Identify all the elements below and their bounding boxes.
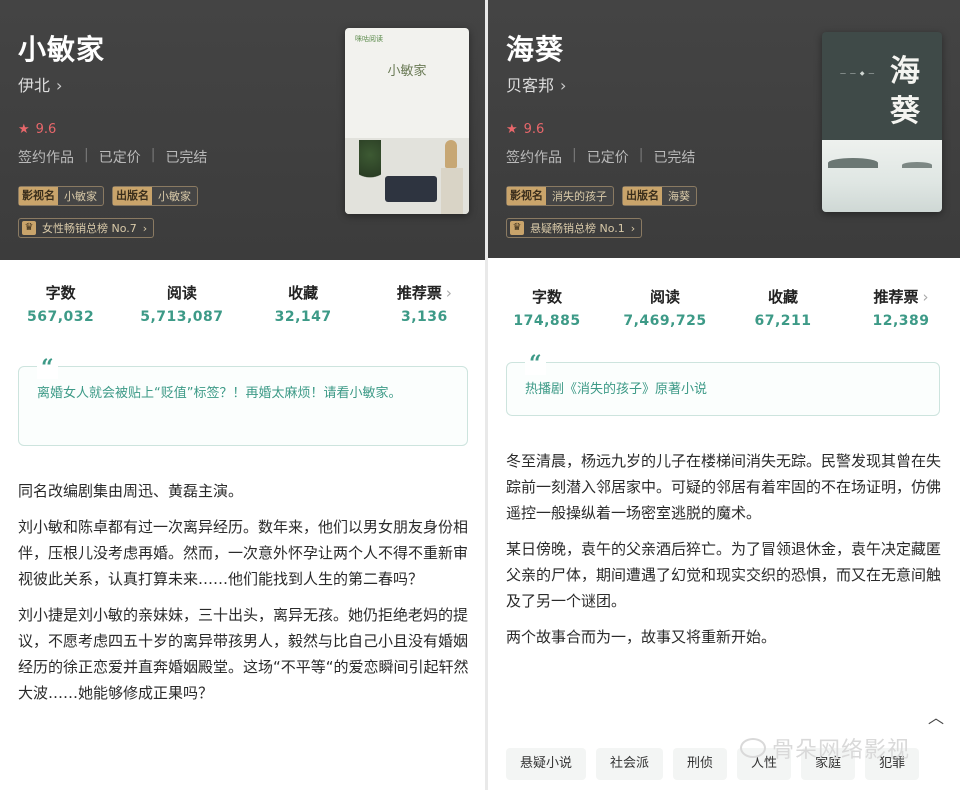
stat-reads: 阅读 5,713,087 — [140, 284, 224, 325]
plant-illustration — [359, 140, 381, 190]
chevron-right-icon: › — [142, 221, 148, 235]
quote-box: “ 热播剧《消失的孩子》原著小说 — [506, 353, 940, 416]
cover-brand: 咪咕阅读 — [355, 35, 383, 43]
tag-publish-name: 出版名 小敏家 — [112, 186, 198, 206]
cover-decoration: — — ◆ — — [840, 70, 876, 77]
chevron-right-icon: › — [922, 288, 929, 306]
name-tags: 影视名 小敏家 出版名 小敏家 — [18, 186, 198, 206]
book-description: 冬至清晨，杨远九岁的儿子在楼梯间消失无踪。民警发现其曾在失踪前一刻潜入邻居家中。… — [506, 448, 944, 660]
stat-recommend-votes[interactable]: 推荐票 › 12,389 — [842, 286, 960, 329]
sofa-illustration — [385, 176, 437, 202]
description-paragraph: 刘小捷是刘小敏的亲妹妹，三十出头，离异无孩。她仍拒绝老妈的提议，不愿考虑四五十岁… — [18, 606, 469, 702]
quote-icon: “ — [525, 353, 546, 375]
rank-badge[interactable]: ♛ 女性畅销总榜 No.7 › — [18, 218, 155, 238]
meta-contract: 签约作品 — [18, 150, 74, 166]
chevron-right-icon: › — [445, 284, 452, 302]
tag-film-name: 影视名 消失的孩子 — [506, 186, 614, 206]
book-description: 同名改编剧集由周迅、黄磊主演。 刘小敏和陈卓都有过一次离异经历。数年来，他们以男… — [18, 478, 470, 716]
book-meta: 签约作品 | 已定价 | 已完结 — [18, 147, 207, 167]
trophy-icon: ♛ — [510, 221, 524, 235]
book-header: 海葵 贝客邦 › ★ 9.6 签约作品 | 已定价 | 已完结 影视名 消失的孩子 出… — [488, 0, 960, 258]
author-name: 贝客邦 — [506, 76, 555, 95]
chevron-right-icon: › — [560, 76, 567, 95]
island-illustration — [828, 158, 878, 168]
book-title: 海葵 — [506, 33, 565, 66]
genre-tag[interactable]: 悬疑小说 — [506, 748, 587, 780]
meta-contract: 签约作品 — [506, 150, 562, 166]
meta-separator: | — [150, 147, 156, 163]
watermark-text: 骨朵网络影视 — [772, 738, 911, 763]
shelf-illustration — [441, 168, 463, 214]
book-meta: 签约作品 | 已定价 | 已完结 — [506, 147, 695, 167]
description-paragraph: 刘小敏和陈卓都有过一次离异经历。数年来，他们以男女朋友身份相伴，压根儿没考虑再婚… — [18, 518, 469, 588]
book-header: 小敏家 伊北 › ★ 9.6 签约作品 | 已定价 | 已完结 影视名 小敏家 出版名… — [0, 0, 485, 260]
stat-words: 字数 567,032 — [26, 284, 95, 325]
meta-separator: | — [84, 147, 89, 163]
rating-value: 9.6 — [523, 122, 545, 137]
quote-icon: “ — [37, 357, 58, 379]
name-tags: 影视名 消失的孩子 出版名 海葵 — [506, 186, 697, 206]
meta-separator: | — [572, 147, 577, 163]
cover-title-char: 葵 — [890, 94, 920, 129]
description-paragraph: 冬至清晨，杨远九岁的儿子在楼梯间消失无踪。民警发现其曾在失踪前一刻潜入邻居家中。… — [506, 452, 942, 522]
stats-row: 字数 567,032 阅读 5,713,087 收藏 32,147 推荐票 › 3,136 — [0, 282, 485, 325]
quote-text: 离婚女人就会被贴上“贬值”标签？！再婚太麻烦！请看小敏家。 — [37, 386, 402, 401]
right-book-panel: 海葵 贝客邦 › ★ 9.6 签约作品 | 已定价 | 已完结 影视名 消失的孩子 出… — [488, 0, 960, 790]
tag-film-name: 影视名 小敏家 — [18, 186, 104, 206]
author-link[interactable]: 伊北 › — [18, 72, 62, 96]
star-icon: ★ — [18, 122, 30, 137]
cover-title-char: 海 — [890, 54, 920, 89]
rating: ★ 9.6 — [506, 122, 544, 137]
stat-favorites: 收藏 67,211 — [754, 288, 812, 329]
book-title: 小敏家 — [18, 33, 106, 66]
stat-recommend-votes[interactable]: 推荐票 › 3,136 — [364, 282, 485, 325]
rank-text: 悬疑畅销总榜 No.1 — [530, 222, 625, 235]
chevron-right-icon: › — [56, 76, 63, 95]
quote-text: 热播剧《消失的孩子》原著小说 — [525, 382, 708, 397]
meta-status: 已完结 — [165, 150, 208, 166]
island-illustration — [902, 162, 932, 168]
chevron-right-icon: › — [630, 221, 636, 235]
cover-illustration — [822, 140, 942, 212]
stat-reads: 阅读 7,469,725 — [623, 288, 707, 329]
meta-priced: 已定价 — [586, 150, 629, 166]
book-cover[interactable]: — — ◆ — 海 葵 — [822, 32, 942, 212]
trophy-icon: ♛ — [22, 221, 36, 235]
rating: ★ 9.6 — [18, 122, 56, 137]
rating-value: 9.6 — [35, 122, 57, 137]
left-book-panel: 小敏家 伊北 › ★ 9.6 签约作品 | 已定价 | 已完结 影视名 小敏家 出版名… — [0, 0, 485, 790]
stat-favorites: 收藏 32,147 — [274, 284, 332, 325]
collapse-chevron-up-icon[interactable]: ︿ — [928, 704, 944, 728]
tag-publish-name: 出版名 海葵 — [622, 186, 697, 206]
stats-row: 字数 174,885 阅读 7,469,725 收藏 67,211 推荐票 › 12,38… — [488, 286, 960, 329]
cover-title: 小敏家 — [387, 64, 427, 79]
meta-status: 已完结 — [653, 150, 696, 166]
wechat-icon — [740, 738, 766, 758]
author-name: 伊北 — [18, 76, 51, 95]
meta-separator: | — [638, 147, 644, 163]
description-paragraph: 同名改编剧集由周迅、黄磊主演。 — [18, 482, 244, 500]
description-paragraph: 某日傍晚，袁午的父亲酒后猝亡。为了冒领退休金，袁午决定藏匿父亲的尸体，期间遭遇了… — [506, 540, 942, 610]
rank-badge[interactable]: ♛ 悬疑畅销总榜 No.1 › — [506, 218, 643, 238]
book-cover[interactable]: 咪咕阅读 小敏家 — [345, 28, 469, 214]
rank-text: 女性畅销总榜 No.7 — [42, 222, 137, 235]
vase-illustration — [445, 140, 457, 168]
genre-tag[interactable]: 社会派 — [596, 748, 664, 780]
watermark: 骨朵网络影视 — [740, 732, 910, 764]
stat-words: 字数 174,885 — [513, 288, 581, 329]
meta-priced: 已定价 — [98, 150, 141, 166]
quote-box: “ 离婚女人就会被贴上“贬值”标签？！再婚太麻烦！请看小敏家。 — [18, 357, 468, 446]
genre-tag[interactable]: 刑侦 — [673, 748, 728, 780]
description-paragraph: 两个故事合而为一，故事又将重新开始。 — [506, 628, 777, 646]
author-link[interactable]: 贝客邦 › — [506, 72, 566, 96]
star-icon: ★ — [506, 122, 518, 137]
